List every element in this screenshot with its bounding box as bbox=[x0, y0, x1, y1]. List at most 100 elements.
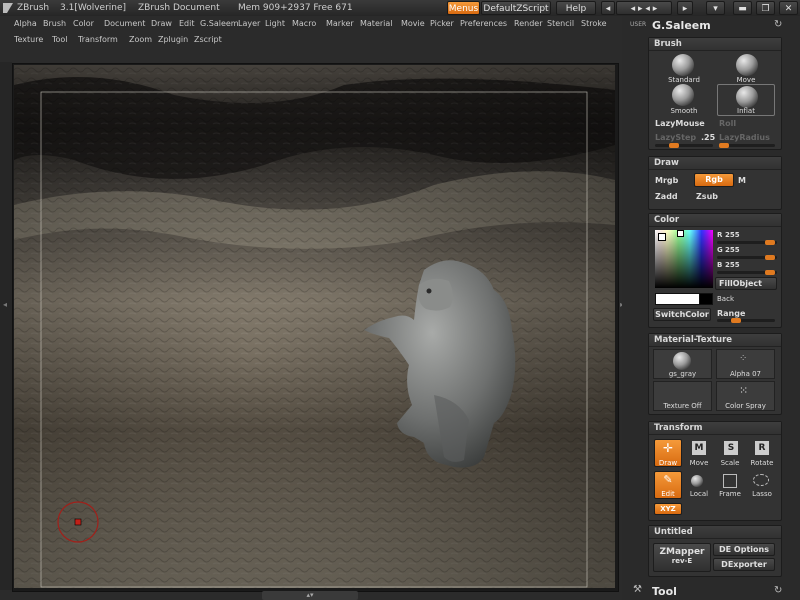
menu-tool[interactable]: Tool bbox=[52, 33, 68, 47]
zmapper-label: ZMapper bbox=[659, 547, 705, 557]
m-button[interactable]: M bbox=[738, 176, 746, 185]
menu-color[interactable]: Color bbox=[73, 17, 94, 31]
move-mode-icon[interactable]: M bbox=[692, 441, 706, 455]
b-slider[interactable] bbox=[717, 270, 777, 275]
menu-layer[interactable]: Layer bbox=[238, 17, 260, 31]
menu-transform[interactable]: Transform bbox=[78, 33, 118, 47]
document-canvas[interactable] bbox=[14, 65, 615, 588]
document-name: ZBrush Document bbox=[138, 3, 220, 13]
menu-stroke[interactable]: Stroke bbox=[581, 17, 607, 31]
tool-hammer-icon[interactable]: ⚒ bbox=[633, 584, 642, 595]
title-bar: ZBrush 3.1[Wolverine] ZBrush Document Me… bbox=[0, 0, 800, 16]
next-icon[interactable]: ▸ bbox=[677, 1, 693, 15]
frame-icon[interactable] bbox=[723, 474, 737, 488]
zadd-button[interactable]: Zadd bbox=[655, 192, 678, 201]
cursor-center-icon bbox=[74, 518, 82, 526]
default-zscript-button[interactable]: DefaultZScript bbox=[481, 1, 551, 15]
menu-material[interactable]: Material bbox=[360, 17, 393, 31]
scale-mode-icon[interactable]: S bbox=[724, 441, 738, 455]
draw-panel-title[interactable]: Draw bbox=[649, 157, 781, 170]
help-button[interactable]: Help bbox=[556, 1, 596, 15]
hue-marker-icon[interactable] bbox=[658, 233, 666, 241]
lazystep-label: LazyStep bbox=[655, 133, 697, 142]
menu-document[interactable]: Document bbox=[104, 17, 145, 31]
standard-brush-icon[interactable] bbox=[672, 54, 694, 76]
r-slider[interactable] bbox=[717, 240, 777, 245]
menu-light[interactable]: Light bbox=[265, 17, 285, 31]
de-options-button[interactable]: DE Options bbox=[713, 543, 775, 556]
alpha-label: Alpha 07 bbox=[729, 370, 762, 378]
tool-palette-title[interactable]: Tool bbox=[652, 585, 677, 598]
menu-zplugin[interactable]: Zplugin bbox=[158, 33, 188, 47]
inflat-brush-icon[interactable] bbox=[736, 86, 758, 108]
smooth-brush-icon[interactable] bbox=[672, 84, 694, 106]
save-icon[interactable]: ▾ bbox=[706, 1, 725, 15]
app-name: ZBrush bbox=[17, 3, 50, 13]
g-slider[interactable] bbox=[717, 255, 777, 260]
roll-button[interactable]: Roll bbox=[719, 119, 736, 128]
b-label: B bbox=[717, 261, 723, 269]
close-icon[interactable]: ✕ bbox=[779, 1, 798, 15]
fillobject-button[interactable]: FillObject bbox=[715, 277, 777, 290]
lazymouse-button[interactable]: LazyMouse bbox=[655, 119, 705, 128]
color-panel-title[interactable]: Color bbox=[649, 214, 781, 227]
range-label: Range bbox=[717, 309, 746, 318]
lazyradius-slider[interactable] bbox=[719, 143, 775, 148]
bottom-tray-arrows-icon[interactable]: ▴▾ bbox=[262, 591, 358, 600]
xyz-symmetry-button[interactable]: XYZ bbox=[654, 503, 682, 515]
local-label: Local bbox=[689, 490, 709, 498]
alpha-spray-icon: ⁘ bbox=[739, 353, 748, 364]
move-brush-label: Move bbox=[736, 76, 756, 84]
switchcolor-button[interactable]: SwitchColor bbox=[653, 308, 711, 321]
menu-texture[interactable]: Texture bbox=[14, 33, 43, 47]
back-color-swatch[interactable] bbox=[699, 293, 713, 305]
frame-label: Frame bbox=[719, 490, 741, 498]
material-label: gs_gray bbox=[668, 370, 697, 378]
menu-movie[interactable]: Movie bbox=[401, 17, 425, 31]
menu-edit[interactable]: Edit bbox=[179, 17, 195, 31]
local-icon[interactable] bbox=[691, 475, 703, 487]
lasso-icon[interactable] bbox=[753, 474, 769, 486]
prev-icon[interactable]: ◂ bbox=[601, 1, 615, 15]
mrgb-button[interactable]: Mrgb bbox=[655, 176, 678, 185]
menu-marker[interactable]: Marker bbox=[326, 17, 354, 31]
menu-render[interactable]: Render bbox=[514, 17, 542, 31]
minimize-icon[interactable]: ▬ bbox=[733, 1, 752, 15]
rotate-mode-icon[interactable]: R bbox=[755, 441, 769, 455]
quick-buttons-strip[interactable]: ◂ ▸ ◂ ▸ bbox=[616, 1, 672, 15]
main-color-swatch[interactable] bbox=[655, 293, 701, 305]
menu-macro[interactable]: Macro bbox=[292, 17, 316, 31]
rgb-button[interactable]: Rgb bbox=[694, 173, 734, 187]
menu-stencil[interactable]: Stencil bbox=[547, 17, 574, 31]
color-panel: Color R 255 G 255 B 255 FillObject Back … bbox=[648, 213, 782, 328]
b-value: 255 bbox=[725, 261, 740, 269]
scale-mode-label: Scale bbox=[720, 459, 740, 467]
transform-title[interactable]: Transform bbox=[649, 422, 781, 435]
move-brush-icon[interactable] bbox=[736, 54, 758, 76]
dexporter-button[interactable]: DExporter bbox=[713, 558, 775, 571]
zsub-button[interactable]: Zsub bbox=[696, 192, 718, 201]
menu-preferences[interactable]: Preferences bbox=[460, 17, 507, 31]
menu-alpha[interactable]: Alpha bbox=[14, 17, 37, 31]
creature-eye bbox=[426, 288, 432, 294]
menu-zoom[interactable]: Zoom bbox=[129, 33, 152, 47]
untitled-title[interactable]: Untitled bbox=[649, 526, 781, 539]
menus-button[interactable]: Menus bbox=[447, 1, 480, 15]
lazystep-slider[interactable] bbox=[655, 143, 713, 148]
sculpt-viewport[interactable] bbox=[14, 65, 615, 588]
restore-icon[interactable]: ❐ bbox=[756, 1, 775, 15]
tool-refresh-icon[interactable]: ↻ bbox=[774, 585, 782, 596]
menu-gsaleem[interactable]: G.Saleem bbox=[200, 17, 239, 31]
menu-picker[interactable]: Picker bbox=[430, 17, 454, 31]
material-texture-title[interactable]: Material-Texture bbox=[649, 334, 781, 347]
menu-zscript[interactable]: Zscript bbox=[194, 33, 222, 47]
brush-panel-title[interactable]: Brush bbox=[649, 38, 781, 51]
zmapper-button[interactable]: ZMapper rev-E bbox=[653, 543, 711, 572]
range-slider[interactable] bbox=[717, 318, 775, 323]
refresh-icon[interactable]: ↻ bbox=[774, 19, 782, 30]
menu-draw[interactable]: Draw bbox=[151, 17, 172, 31]
memory-readout: Mem 909+2937 Free 671 bbox=[238, 3, 353, 13]
menu-brush[interactable]: Brush bbox=[43, 17, 66, 31]
lasso-label: Lasso bbox=[752, 490, 772, 498]
left-tray-arrow-icon[interactable]: ◂ bbox=[3, 300, 7, 309]
